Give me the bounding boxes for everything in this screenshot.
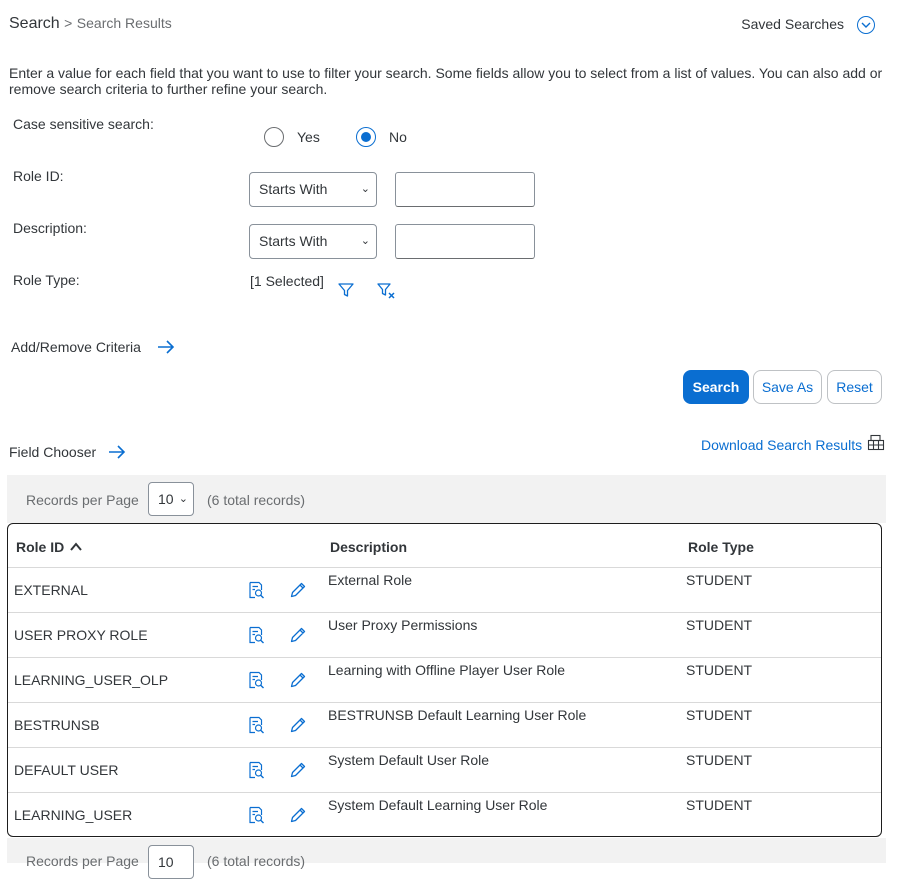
description-operator-value: Starts With: [259, 233, 328, 249]
records-per-page-label-bottom: Records per Page: [26, 853, 139, 869]
role-type-cell: STUDENT: [686, 662, 753, 678]
role-id-operator-select[interactable]: Starts With ⌄: [249, 172, 377, 207]
column-header-description[interactable]: Description: [330, 539, 407, 555]
description-input[interactable]: [395, 224, 535, 259]
download-results-link[interactable]: Download Search Results: [701, 437, 862, 453]
role-id-operator-value: Starts With: [259, 181, 328, 197]
records-per-page-select-bottom[interactable]: 10: [148, 845, 194, 879]
table-row: DEFAULT USER System Default User Role ST…: [8, 747, 881, 793]
total-records-label: (6 total records): [207, 492, 306, 508]
table-row: EXTERNAL External Role STUDENT: [8, 567, 881, 613]
role-type-cell: STUDENT: [686, 707, 753, 723]
role-id-cell: USER PROXY ROLE: [14, 627, 148, 643]
field-chooser-link[interactable]: Field Chooser: [9, 444, 96, 460]
chevron-down-icon: ⌄: [360, 183, 370, 195]
view-details-icon[interactable]: [247, 806, 265, 824]
breadcrumb: Search > Search Results: [9, 15, 172, 33]
role-type-label: Role Type:: [13, 272, 80, 288]
chevron-down-icon: ⌄: [178, 493, 188, 505]
role-type-cell: STUDENT: [686, 572, 753, 588]
reset-button[interactable]: Reset: [827, 370, 882, 404]
table-row: LEARNING_USER_OLP Learning with Offline …: [8, 657, 881, 703]
case-sensitive-no-radio[interactable]: [356, 127, 376, 147]
case-sensitive-label: Case sensitive search:: [13, 116, 154, 132]
chevron-down-icon: [861, 22, 871, 28]
description-cell: Learning with Offline Player User Role: [328, 662, 566, 678]
saved-searches-toggle[interactable]: [857, 16, 875, 34]
edit-icon[interactable]: [289, 671, 307, 689]
role-id-cell: LEARNING_USER: [14, 807, 133, 823]
description-label: Description:: [13, 220, 87, 236]
description-cell: System Default User Role: [328, 752, 490, 768]
records-per-page-label: Records per Page: [26, 492, 139, 508]
case-sensitive-yes-radio[interactable]: [264, 127, 284, 147]
column-header-role-id[interactable]: Role ID: [16, 539, 82, 555]
search-button[interactable]: Search: [683, 370, 749, 404]
role-id-cell: BESTRUNSB: [14, 717, 100, 733]
role-id-cell: LEARNING_USER_OLP: [14, 672, 169, 688]
case-sensitive-no-label[interactable]: No: [389, 129, 407, 145]
case-sensitive-yes-label[interactable]: Yes: [297, 129, 320, 145]
arrow-right-icon[interactable]: [108, 445, 126, 459]
description-cell: User Proxy Permissions: [328, 617, 478, 633]
arrow-right-icon[interactable]: [157, 340, 175, 354]
records-per-page-select[interactable]: 10 ⌄: [148, 482, 194, 516]
sort-ascending-icon: [70, 542, 82, 551]
role-id-cell: EXTERNAL: [14, 582, 88, 598]
description-operator-select[interactable]: Starts With ⌄: [249, 224, 377, 259]
chevron-down-icon: ⌄: [360, 235, 370, 247]
edit-icon[interactable]: [289, 716, 307, 734]
column-header-role-type[interactable]: Role Type: [688, 539, 754, 555]
save-as-button[interactable]: Save As: [753, 370, 822, 404]
filter-icon[interactable]: [338, 282, 354, 298]
edit-icon[interactable]: [289, 581, 307, 599]
table-row: USER PROXY ROLE User Proxy Permissions S…: [8, 612, 881, 658]
records-per-page-value-bottom: 10: [158, 854, 174, 870]
role-type-cell: STUDENT: [686, 617, 753, 633]
edit-icon[interactable]: [289, 761, 307, 779]
records-per-page-value: 10: [158, 491, 174, 507]
description-cell: External Role: [328, 572, 413, 588]
role-id-cell: DEFAULT USER: [14, 762, 119, 778]
clear-filter-icon[interactable]: [377, 282, 397, 299]
intro-text: Enter a value for each field that you wa…: [9, 65, 883, 97]
role-id-label: Role ID:: [13, 168, 64, 184]
spreadsheet-icon[interactable]: [867, 434, 885, 452]
table-row: BESTRUNSB BESTRUNSB Default Learning Use…: [8, 702, 881, 748]
edit-icon[interactable]: [289, 806, 307, 824]
view-details-icon[interactable]: [247, 671, 265, 689]
view-details-icon[interactable]: [247, 716, 265, 734]
view-details-icon[interactable]: [247, 581, 265, 599]
saved-searches-label[interactable]: Saved Searches: [741, 16, 844, 32]
role-id-header-label: Role ID: [16, 539, 65, 555]
role-id-input[interactable]: [395, 172, 535, 207]
edit-icon[interactable]: [289, 626, 307, 644]
results-table: Role ID Description Role Type EXTERNAL E…: [7, 523, 882, 837]
role-type-value: [1 Selected]: [250, 273, 324, 289]
role-type-cell: STUDENT: [686, 752, 753, 768]
view-details-icon[interactable]: [247, 761, 265, 779]
breadcrumb-search-link[interactable]: Search: [9, 15, 60, 32]
breadcrumb-separator: >: [64, 15, 73, 31]
table-row: LEARNING_USER System Default Learning Us…: [8, 792, 881, 836]
description-cell: BESTRUNSB Default Learning User Role: [328, 707, 587, 723]
add-remove-criteria-link[interactable]: Add/Remove Criteria: [11, 339, 141, 355]
breadcrumb-current-page: Search Results: [76, 15, 172, 31]
description-cell: System Default Learning User Role: [328, 797, 548, 813]
view-details-icon[interactable]: [247, 626, 265, 644]
total-records-label-bottom: (6 total records): [207, 853, 306, 869]
role-type-cell: STUDENT: [686, 797, 753, 813]
